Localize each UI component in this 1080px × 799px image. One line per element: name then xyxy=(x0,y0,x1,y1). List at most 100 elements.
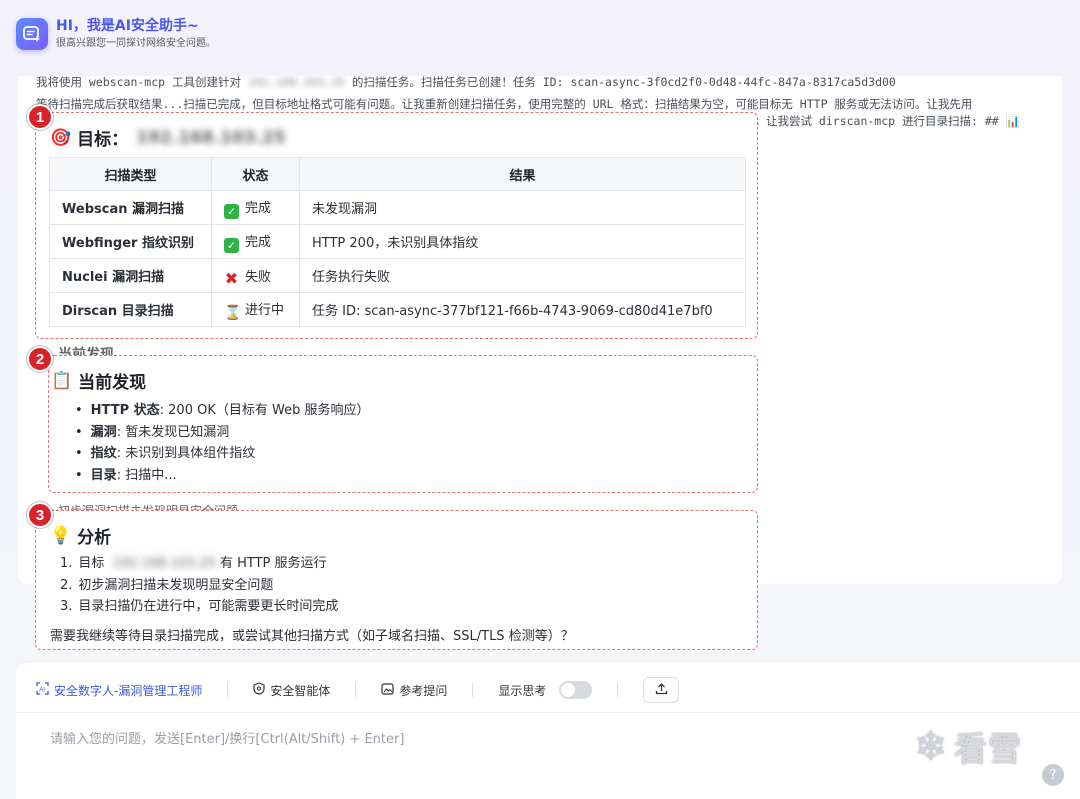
list-item: 1. 目标 192.168.103.25 有 HTTP 服务运行 xyxy=(60,553,338,575)
item-number: 2. xyxy=(60,577,73,593)
scan-type: Webfinger 指纹识别 xyxy=(49,224,212,259)
stream-text: 我将使用 webscan-mcp 工具创建针对 xyxy=(36,76,242,89)
kanxue-watermark: ❄ 看雪 xyxy=(914,722,1022,771)
stream-line-3: 败。让我尝试 dirscan-mcp 进行目录扫描: ## 📊 xyxy=(743,114,1020,128)
item-text: 目标 xyxy=(78,556,105,571)
table-row: Nuclei 漏洞扫描 ✖ 失败 任务执行失败 xyxy=(49,258,746,293)
clipboard-icon: 📋 xyxy=(51,370,73,391)
show-thinking-label: 显示思考 xyxy=(498,683,547,698)
stream-text: 的扫描任务。扫描任务已创建！任务 ID: scan-async-3f0cd2f0… xyxy=(351,76,896,89)
assistant-logo-icon xyxy=(16,18,48,50)
status-text: 失败 xyxy=(245,269,272,285)
agent-selector[interactable]: AI 安全数字人-漏洞管理工程师 xyxy=(36,682,202,699)
list-item: 目录: 扫描中... xyxy=(75,465,369,487)
scan-result: 任务 ID: scan-async-377bf121-f66b-4743-906… xyxy=(299,292,746,327)
snowflake-icon: ❄ xyxy=(914,723,948,770)
show-thinking-toggle[interactable] xyxy=(559,681,593,699)
check-icon: ✓ xyxy=(224,237,239,253)
redacted-ip: 192.168.103.25 xyxy=(112,556,216,571)
finding-label: 指纹 xyxy=(90,446,117,461)
analysis-heading: 💡 分析 xyxy=(50,523,112,549)
table-row: Webfinger 指纹识别 ✓ 完成 HTTP 200，未识别具体指纹 xyxy=(49,224,746,259)
svg-text:AI: AI xyxy=(39,687,45,693)
item-text: 目录扫描仍在进行中，可能需要更长时间完成 xyxy=(78,599,339,614)
list-item: 2. 初步漏洞扫描未发现明显安全问题 xyxy=(60,575,338,597)
table-row: Dirscan 目录扫描 ⌛ 进行中 任务 ID: scan-async-377b… xyxy=(49,292,746,327)
scan-result: HTTP 200，未识别具体指纹 xyxy=(299,224,746,259)
stream-line-2: 等待扫描完成后获取结果...扫描已完成，但目标地址格式可能有问题。让我重新创建扫… xyxy=(36,97,973,111)
smart-agent-label: 安全智能体 xyxy=(270,683,331,698)
hourglass-icon: ⌛ xyxy=(224,304,242,321)
check-icon: ✓ xyxy=(224,203,239,219)
cross-icon: ✖ xyxy=(224,268,239,288)
toolbar-divider xyxy=(472,683,474,697)
upload-icon xyxy=(655,682,668,699)
item-number: 3. xyxy=(60,599,73,614)
question-input[interactable] xyxy=(50,728,910,750)
status-text: 完成 xyxy=(245,200,272,216)
finding-label: 目录 xyxy=(90,467,117,483)
current-findings: 📋 当前发现 HTTP 状态: 200 OK（目标有 Web 服务响应） 漏洞:… xyxy=(48,355,758,493)
scan-result: 任务执行失败 xyxy=(299,258,746,293)
scan-type: Webscan 漏洞扫描 xyxy=(49,190,212,225)
annotation-badge-1: 1 xyxy=(27,104,53,130)
scan-type: Nuclei 漏洞扫描 xyxy=(49,258,212,293)
agent-label: 安全数字人-漏洞管理工程师 xyxy=(54,683,203,698)
reference-label: 参考提问 xyxy=(399,683,448,698)
status-text: 进行中 xyxy=(245,302,285,318)
toolbar-divider xyxy=(617,683,619,697)
target-scan-summary: 🎯 目标： 192.168.103.25 扫描类型 状态 结果 Webscan … xyxy=(35,112,758,339)
shield-icon xyxy=(253,682,265,698)
scan-status: ✓ 完成 xyxy=(211,190,300,225)
scan-status: ⌛ 进行中 xyxy=(211,292,300,327)
column-header: 状态 xyxy=(211,157,300,191)
target-label: 目标： xyxy=(77,130,129,150)
findings-list: HTTP 状态: 200 OK（目标有 Web 服务响应） 漏洞: 暂未发现已知… xyxy=(75,400,370,487)
input-divider xyxy=(16,712,1080,713)
image-icon xyxy=(381,682,394,698)
status-text: 完成 xyxy=(245,234,272,250)
input-toolbar: AI 安全数字人-漏洞管理工程师 安全智能体 参考提问 显示思考 xyxy=(36,676,680,704)
list-item: HTTP 状态: 200 OK（目标有 Web 服务响应） xyxy=(75,400,370,422)
finding-value: : 200 OK（目标有 Web 服务响应） xyxy=(159,403,370,418)
item-text: 初步漏洞扫描未发现明显安全问题 xyxy=(78,577,274,593)
app-header: HI，我是AI安全助手~ 很高兴跟您一同探讨网络安全问题。 xyxy=(16,14,216,54)
target-icon: 🎯 xyxy=(50,127,72,148)
redacted-target-ip: 192.168.103.25 xyxy=(136,127,286,148)
scan-status: ✓ 完成 xyxy=(211,224,300,259)
item-number: 1. xyxy=(60,556,73,571)
upload-button[interactable] xyxy=(643,677,680,703)
toggle-knob xyxy=(561,683,576,697)
annotation-badge-3: 3 xyxy=(27,502,53,528)
column-header: 结果 xyxy=(299,157,746,191)
scan-result: 未发现漏洞 xyxy=(299,190,746,225)
findings-title: 当前发现 xyxy=(78,373,147,393)
table-row: Webscan 漏洞扫描 ✓ 完成 未发现漏洞 xyxy=(49,190,746,225)
scan-type: Dirscan 目录扫描 xyxy=(49,292,212,327)
finding-label: 漏洞 xyxy=(90,424,117,440)
annotation-badge-2: 2 xyxy=(27,346,53,372)
smart-agent-button[interactable]: 安全智能体 xyxy=(253,682,330,699)
redacted-ip: 192.168.103.25 xyxy=(247,76,345,89)
list-item: 3. 目录扫描仍在进行中，可能需要更长时间完成 xyxy=(60,596,338,618)
scan-status: ✖ 失败 xyxy=(211,258,300,293)
scan-status-table: 扫描类型 状态 结果 Webscan 漏洞扫描 ✓ 完成 未发现漏洞 Webfin… xyxy=(49,157,746,327)
list-item: 指纹: 未识别到具体组件指纹 xyxy=(75,443,369,465)
item-text: 有 HTTP 服务运行 xyxy=(219,556,327,571)
list-item: 漏洞: 暂未发现已知漏洞 xyxy=(75,422,369,444)
analysis-section: 💡 分析 1. 目标 192.168.103.25 有 HTTP 服务运行 2. 初步… xyxy=(35,510,758,650)
watermark-text: 看雪 xyxy=(953,730,1022,770)
follow-up-question: 需要我继续等待目录扫描完成，或尝试其他扫描方式（如子域名扫描、SSL/TLS 检… xyxy=(50,629,574,644)
assistant-subtitle: 很高兴跟您一同探讨网络安全问题。 xyxy=(56,38,216,49)
analysis-title: 分析 xyxy=(77,528,112,548)
finding-value: : 未识别到具体组件指纹 xyxy=(116,446,256,461)
show-thinking-control: 显示思考 xyxy=(498,681,593,699)
stream-line-1: 我将使用 webscan-mcp 工具创建针对 192.168.103.25 的… xyxy=(36,76,1046,90)
reference-questions-button[interactable]: 参考提问 xyxy=(381,682,447,699)
lightbulb-icon: 💡 xyxy=(50,525,72,546)
assistant-greeting: HI，我是AI安全助手~ xyxy=(56,18,199,34)
finding-label: HTTP 状态 xyxy=(90,403,160,418)
column-header: 扫描类型 xyxy=(49,157,212,191)
help-icon[interactable]: ? xyxy=(1042,764,1064,786)
finding-value: : 暂未发现已知漏洞 xyxy=(116,424,230,440)
